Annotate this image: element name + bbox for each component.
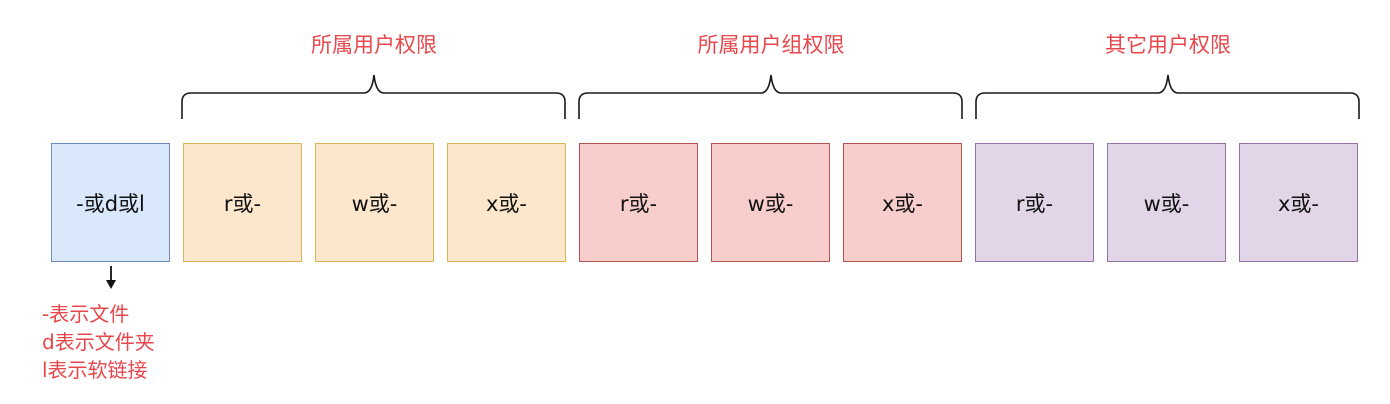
file-type-cell: -或d或l [51,143,170,262]
other-write-cell: w或- [1107,143,1226,262]
note-line-symlink: l表示软链接 [42,358,148,382]
other-permissions-label: 其它用户权限 [1105,33,1231,57]
owner-brace [181,74,566,119]
note-line-directory: d表示文件夹 [42,330,155,354]
other-read-cell: r或- [975,143,1094,262]
note-line-file: -表示文件 [42,302,130,326]
other-execute-cell: x或- [1239,143,1358,262]
group-read-cell: r或- [579,143,698,262]
file-type-note: -表示文件 d表示文件夹 l表示软链接 [42,300,155,384]
owner-read-cell: r或- [183,143,302,262]
owner-write-cell: w或- [315,143,434,262]
group-brace [578,74,963,119]
other-brace [975,74,1360,119]
owner-permissions-label: 所属用户权限 [311,33,437,57]
group-permissions-label: 所属用户组权限 [697,33,845,57]
group-write-cell: w或- [711,143,830,262]
type-arrow-head [106,280,116,289]
owner-execute-cell: x或- [447,143,566,262]
group-execute-cell: x或- [843,143,962,262]
